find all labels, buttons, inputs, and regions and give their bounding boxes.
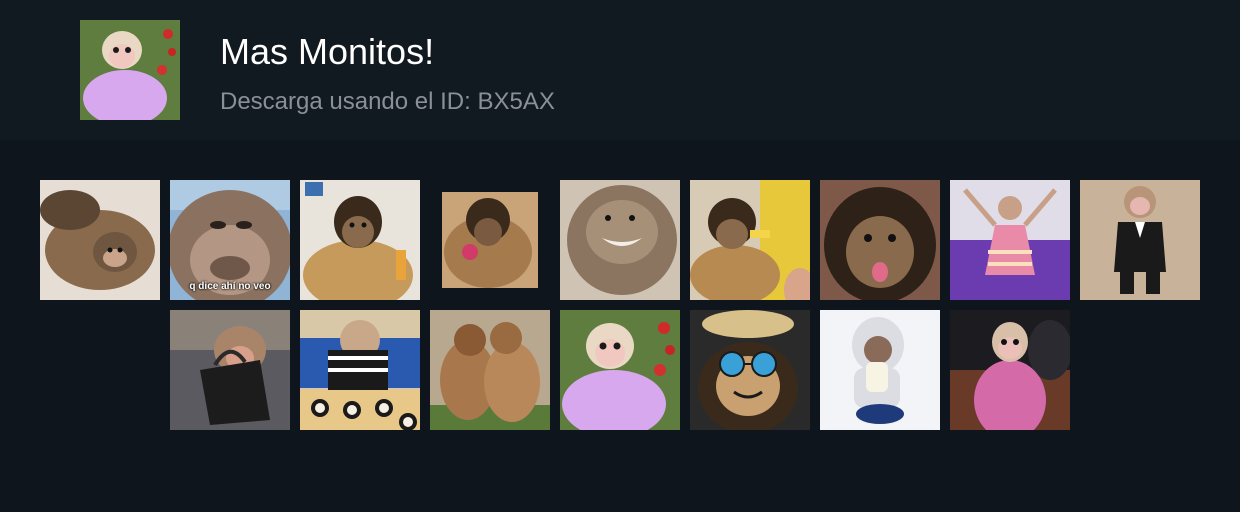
monkey-in-pink-blanket-icon xyxy=(950,310,1070,430)
sticker-caption: q dice ahí no veo xyxy=(189,281,271,292)
sticker-item[interactable] xyxy=(820,180,940,300)
sticker-item[interactable] xyxy=(690,310,810,430)
monkey-in-lilac-towel-icon xyxy=(80,20,180,120)
sticker-item[interactable] xyxy=(430,180,550,300)
sticker-item[interactable] xyxy=(950,180,1070,300)
sticker-item[interactable] xyxy=(950,310,1070,430)
monkey-in-tuxedo-icon xyxy=(1080,180,1200,300)
capuchin-eating-fruit-icon xyxy=(690,180,810,300)
capuchin-eating-icon xyxy=(430,180,550,300)
monkey-in-hoodie-snow-icon xyxy=(820,310,940,430)
pack-header: Mas Monitos! Descarga usando el ID: BX5A… xyxy=(0,0,1240,140)
sticker-item[interactable] xyxy=(40,180,160,300)
pack-title: Mas Monitos! xyxy=(220,31,435,72)
capuchin-tongue-out-icon xyxy=(820,180,940,300)
capuchin-sunglasses-hat-icon xyxy=(690,310,810,430)
sticker-item[interactable] xyxy=(560,180,680,300)
sticker-item[interactable] xyxy=(430,310,550,430)
monkey-eating-sushi-icon xyxy=(300,310,420,430)
sticker-grid: q dice ahí no veo xyxy=(0,140,1240,512)
pack-subtitle: Descarga usando el ID: BX5AX xyxy=(220,88,555,115)
monkey-lying-on-blanket-icon xyxy=(40,180,160,300)
sticker-item[interactable] xyxy=(820,310,940,430)
monkey-with-bag-icon xyxy=(170,310,290,430)
two-monkeys-kissing-icon xyxy=(430,310,550,430)
sticker-item[interactable] xyxy=(1080,180,1200,300)
monkey-grinning-icon xyxy=(560,180,680,300)
monkey-in-pink-dress-icon xyxy=(950,180,1070,300)
monkey-in-lilac-towel-icon xyxy=(560,310,680,430)
sticker-item[interactable] xyxy=(690,180,810,300)
sticker-item[interactable] xyxy=(560,310,680,430)
pack-cover-image xyxy=(80,20,180,120)
sticker-item[interactable] xyxy=(300,310,420,430)
sticker-item[interactable] xyxy=(300,180,420,300)
sticker-item[interactable] xyxy=(170,310,290,430)
capuchin-sitting-icon xyxy=(300,180,420,300)
sticker-item[interactable]: q dice ahí no veo xyxy=(170,180,290,300)
